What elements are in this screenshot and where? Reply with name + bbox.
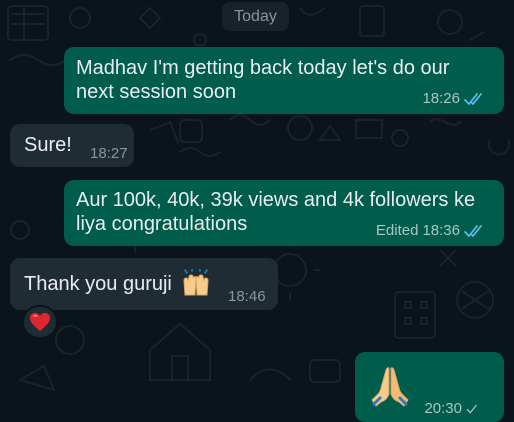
outgoing-message-bubble[interactable]: Aur 100k, 40k, 39k views and 4k follower…: [64, 180, 504, 246]
message-meta: 18:46: [228, 288, 266, 306]
message-text: Sure!: [24, 134, 72, 156]
single-check-delivered-icon: [466, 404, 477, 414]
message-text: Thank you guruji: [24, 268, 211, 299]
message-text-line: next session soon: [76, 81, 237, 103]
edited-label: Edited: [375, 222, 419, 239]
incoming-message-bubble[interactable]: Sure! 18:27: [10, 124, 134, 167]
message-text-content: Thank you guruji: [24, 273, 172, 295]
outgoing-message-bubble[interactable]: 20:30: [355, 352, 504, 422]
message-time: 18:27: [90, 145, 128, 162]
raising-hands-emoji: [183, 268, 209, 296]
message-meta: 18:27: [90, 145, 128, 163]
folded-hands-emoji: [371, 367, 409, 407]
double-check-read-icon: [464, 225, 482, 237]
red-heart-emoji: [30, 313, 50, 331]
message-time: 18:26: [422, 90, 460, 107]
message-meta: Edited 18:36: [376, 222, 486, 240]
double-check-read-icon: [464, 93, 482, 105]
message-time: 18:46: [228, 288, 266, 305]
message-time: 20:30: [424, 400, 462, 417]
incoming-message-bubble[interactable]: Thank you guruji 18:46: [10, 258, 278, 310]
message-meta: 20:30: [424, 400, 482, 418]
message-meta: 18:26: [422, 90, 486, 108]
outgoing-message-bubble[interactable]: Madhav I'm getting back today let's do o…: [64, 47, 504, 114]
date-chip: Today: [222, 2, 289, 31]
message-text-line: liya congratulations: [76, 213, 248, 235]
message-time: 18:36: [422, 222, 460, 239]
reaction-badge[interactable]: [22, 305, 58, 339]
